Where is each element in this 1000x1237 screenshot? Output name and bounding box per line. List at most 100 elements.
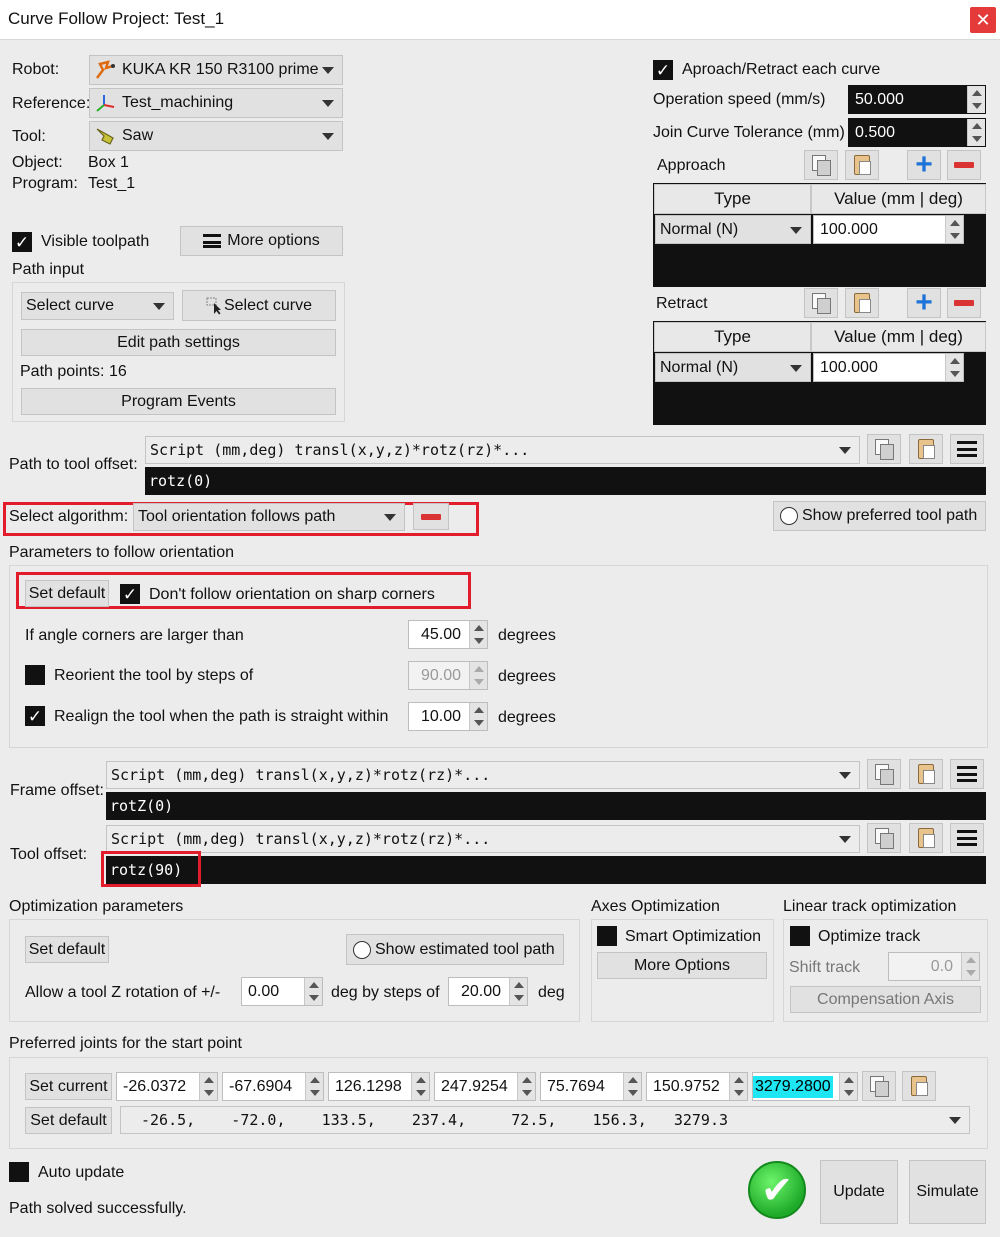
- axes-optimization-label: Axes Optimization: [591, 898, 720, 915]
- joints-copy-button[interactable]: [862, 1071, 896, 1101]
- retract-paste-button[interactable]: [845, 288, 879, 318]
- spin-arrows-icon[interactable]: [469, 703, 487, 730]
- spin-arrows-icon[interactable]: [945, 216, 963, 243]
- joint-1-input[interactable]: -26.0372: [116, 1072, 218, 1101]
- spin-arrows-icon[interactable]: [411, 1073, 429, 1100]
- dont-follow-checkbox[interactable]: ✓: [120, 584, 140, 604]
- spin-arrows-icon[interactable]: [961, 953, 979, 980]
- operation-speed-input[interactable]: 50.000: [848, 85, 986, 114]
- update-button[interactable]: Update: [820, 1160, 898, 1224]
- spin-arrows-icon[interactable]: [469, 621, 487, 648]
- allow-rotation-input[interactable]: 0.00: [241, 977, 323, 1006]
- close-button[interactable]: ✕: [970, 7, 996, 33]
- orientation-set-default-button[interactable]: Set default: [25, 580, 109, 607]
- joints-paste-button[interactable]: [902, 1071, 936, 1101]
- visible-toolpath-checkbox[interactable]: ✓: [12, 232, 32, 252]
- select-algorithm-combo[interactable]: Tool orientation follows path: [133, 503, 405, 531]
- optimize-track-checkbox[interactable]: ✓: [790, 926, 810, 946]
- spin-arrows-icon[interactable]: [517, 1073, 535, 1100]
- select-curve-combo[interactable]: Select curve: [21, 292, 174, 320]
- joint-7-input[interactable]: 3279.2800: [752, 1072, 858, 1101]
- join-tolerance-input[interactable]: 0.500: [848, 118, 986, 147]
- remove-algorithm-button[interactable]: [413, 503, 449, 530]
- retract-label: Retract: [656, 295, 708, 312]
- spin-arrows-icon[interactable]: [729, 1073, 747, 1100]
- frame-offset-input[interactable]: rotZ(0): [106, 792, 986, 820]
- set-current-button[interactable]: Set current: [25, 1073, 112, 1100]
- spin-arrows-icon[interactable]: [509, 978, 527, 1005]
- approach-copy-button[interactable]: [804, 150, 838, 180]
- retract-remove-button[interactable]: [947, 288, 981, 318]
- reorient-steps-input[interactable]: 90.00: [408, 661, 488, 690]
- show-estimated-tool-path-button[interactable]: Show estimated tool path: [346, 934, 564, 965]
- compensation-axis-button[interactable]: Compensation Axis: [790, 986, 981, 1013]
- joint-5-input[interactable]: 75.7694: [540, 1072, 642, 1101]
- spin-arrows-icon[interactable]: [304, 978, 322, 1005]
- axes-more-options-button[interactable]: More Options: [597, 952, 767, 979]
- auto-update-checkbox[interactable]: ✓: [9, 1162, 29, 1182]
- path-to-tool-script-select[interactable]: Script (mm,deg) transl(x,y,z)*rotz(rz)*.…: [145, 436, 860, 464]
- frame-offset-copy-button[interactable]: [867, 759, 901, 789]
- tool-offset-menu-button[interactable]: [950, 823, 984, 853]
- path-to-tool-offset-input[interactable]: rotz(0): [145, 467, 986, 495]
- spin-arrows-icon[interactable]: [945, 354, 963, 381]
- path-offset-paste-button[interactable]: [909, 434, 943, 464]
- tool-label: Tool:: [12, 128, 46, 145]
- approach-paste-button[interactable]: [845, 150, 879, 180]
- spin-arrows-icon[interactable]: [839, 1073, 857, 1100]
- retract-copy-button[interactable]: [804, 288, 838, 318]
- spin-arrows-icon[interactable]: [469, 662, 487, 689]
- steps-input[interactable]: 20.00: [448, 977, 528, 1006]
- spin-arrows-icon[interactable]: [623, 1073, 641, 1100]
- joint-3-input[interactable]: 126.1298: [328, 1072, 430, 1101]
- smart-optimization-checkbox[interactable]: ✓: [597, 926, 617, 946]
- realign-checkbox[interactable]: ✓: [25, 706, 45, 726]
- tool-offset-copy-button[interactable]: [867, 823, 901, 853]
- joint-6-input[interactable]: 150.9752: [646, 1072, 748, 1101]
- tool-offset-input[interactable]: rotz(90): [106, 856, 986, 884]
- joints-set-default-button[interactable]: Set default: [25, 1107, 112, 1134]
- tool-offset-paste-button[interactable]: [909, 823, 943, 853]
- hamburger-icon: [957, 766, 977, 782]
- reference-select[interactable]: Test_machining: [89, 88, 343, 118]
- show-preferred-tool-path-button[interactable]: Show preferred tool path: [773, 501, 986, 531]
- spin-arrows-icon[interactable]: [199, 1073, 217, 1100]
- retract-add-button[interactable]: +: [907, 288, 941, 318]
- join-tolerance-label: Join Curve Tolerance (mm): [653, 124, 845, 141]
- joint-4-input[interactable]: 247.9254: [434, 1072, 536, 1101]
- spin-arrows-icon[interactable]: [967, 119, 985, 146]
- approach-remove-button[interactable]: [947, 150, 981, 180]
- approach-type-select[interactable]: Normal (N): [655, 215, 811, 244]
- approach-retract-checkbox[interactable]: ✓: [653, 60, 673, 80]
- angle-corners-unit: degrees: [498, 627, 556, 644]
- path-offset-copy-button[interactable]: [867, 434, 901, 464]
- reorient-checkbox[interactable]: ✓: [25, 665, 45, 685]
- approach-add-button[interactable]: +: [907, 150, 941, 180]
- spin-arrows-icon[interactable]: [967, 86, 985, 113]
- path-offset-menu-button[interactable]: [950, 434, 984, 464]
- frame-offset-script-select[interactable]: Script (mm,deg) transl(x,y,z)*rotz(rz)*.…: [106, 761, 860, 789]
- spin-arrows-icon[interactable]: [305, 1073, 323, 1100]
- approach-value-input[interactable]: 100.000: [813, 215, 964, 244]
- simulate-button[interactable]: Simulate: [909, 1160, 986, 1224]
- edit-path-settings-button[interactable]: Edit path settings: [21, 329, 336, 356]
- retract-col-value: Value (mm | deg): [811, 322, 986, 352]
- tool-select[interactable]: Saw: [89, 121, 343, 151]
- reorient-label: Reorient the tool by steps of: [54, 667, 254, 684]
- select-curve-button[interactable]: Select curve: [182, 290, 336, 321]
- joint-2-input[interactable]: -67.6904: [222, 1072, 324, 1101]
- angle-corners-input[interactable]: 45.00: [408, 620, 488, 649]
- realign-input[interactable]: 10.00: [408, 702, 488, 731]
- tool-offset-script-select[interactable]: Script (mm,deg) transl(x,y,z)*rotz(rz)*.…: [106, 825, 860, 853]
- frame-offset-paste-button[interactable]: [909, 759, 943, 789]
- approach-label: Approach: [657, 157, 726, 174]
- optimization-set-default-button[interactable]: Set default: [25, 936, 109, 963]
- retract-type-select[interactable]: Normal (N): [655, 353, 811, 382]
- retract-value-input[interactable]: 100.000: [813, 353, 964, 382]
- program-events-button[interactable]: Program Events: [21, 388, 336, 415]
- shift-track-input[interactable]: 0.0: [888, 952, 980, 981]
- robot-select[interactable]: KUKA KR 150 R3100 prime: [89, 55, 343, 85]
- more-options-button[interactable]: More options: [180, 226, 343, 256]
- frame-offset-menu-button[interactable]: [950, 759, 984, 789]
- default-joints-select[interactable]: -26.5, -72.0, 133.5, 237.4, 72.5, 156.3,…: [120, 1106, 970, 1134]
